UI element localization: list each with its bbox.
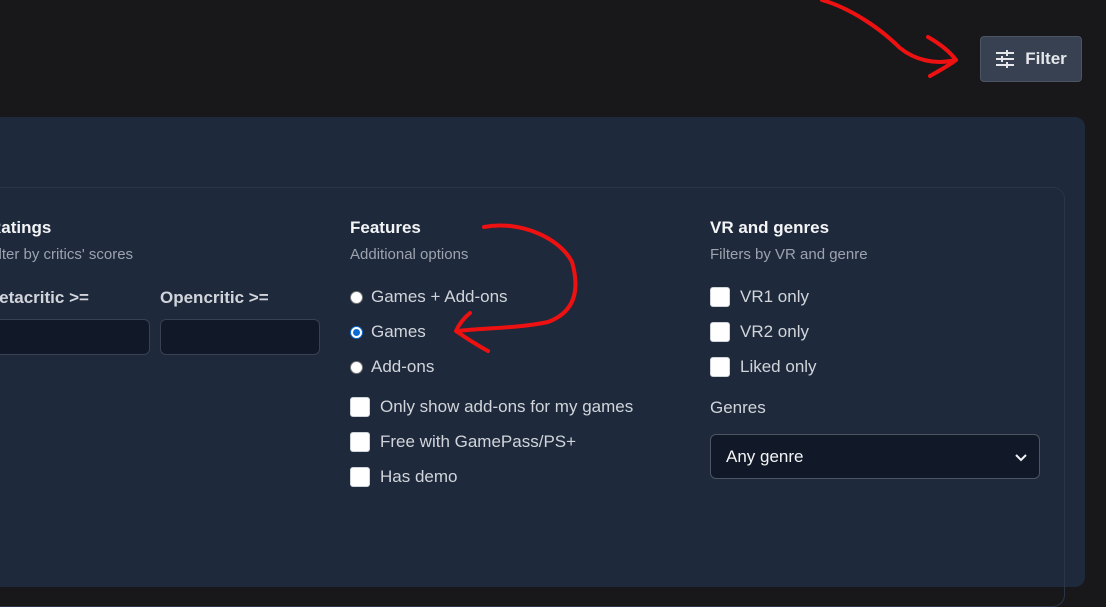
- checkbox-label: Liked only: [740, 357, 817, 376]
- opencritic-input[interactable]: [160, 319, 320, 355]
- checkbox[interactable]: [350, 432, 370, 452]
- checkbox-label: Only show add-ons for my games: [380, 397, 634, 416]
- checkbox[interactable]: [710, 287, 730, 307]
- checkbox[interactable]: [710, 322, 730, 342]
- ratings-title: Ratings: [0, 218, 52, 237]
- opencritic-label: Opencritic >=: [160, 288, 269, 307]
- filter-button-label: Filter: [1025, 49, 1067, 68]
- radio-games-addons[interactable]: Games + Add-ons: [350, 287, 508, 307]
- sliders-icon: [995, 50, 1015, 68]
- vr-genres-subtitle: Filters by VR and genre: [710, 246, 868, 263]
- checkbox[interactable]: [710, 357, 730, 377]
- radio-label: Add-ons: [371, 357, 435, 376]
- genre-select-value: Any genre: [726, 446, 804, 466]
- checkbox[interactable]: [350, 467, 370, 487]
- checkbox-label: VR2 only: [740, 322, 809, 341]
- checkbox-addons-my-games[interactable]: Only show add-ons for my games: [350, 397, 633, 417]
- radio-addons[interactable]: Add-ons: [350, 357, 434, 377]
- chevron-down-icon: [1015, 447, 1027, 467]
- checkbox-liked-only[interactable]: Liked only: [710, 357, 817, 377]
- checkbox-has-demo[interactable]: Has demo: [350, 467, 457, 487]
- metacritic-input[interactable]: [0, 319, 150, 355]
- checkbox-label: Free with GamePass/PS+: [380, 432, 577, 451]
- checkbox-label: Has demo: [380, 467, 458, 486]
- checkbox-vr2-only[interactable]: VR2 only: [710, 322, 809, 342]
- vr-genres-title: VR and genres: [710, 218, 830, 237]
- genres-label: Genres: [710, 398, 766, 417]
- features-subtitle: Additional options: [350, 246, 469, 263]
- ratings-subtitle: Filter by critics' scores: [0, 246, 134, 263]
- checkbox-label: VR1 only: [740, 287, 809, 306]
- checkbox[interactable]: [350, 397, 370, 417]
- radio-label: Games: [371, 322, 426, 341]
- radio-label: Games + Add-ons: [371, 287, 508, 306]
- genre-select[interactable]: Any genre: [710, 434, 1040, 479]
- metacritic-label: Metacritic >=: [0, 288, 89, 307]
- features-title: Features: [350, 218, 421, 237]
- annotation-arrow-to-filter: [820, 0, 957, 64]
- radio-button-selected[interactable]: [350, 325, 363, 339]
- radio-button[interactable]: [350, 290, 363, 304]
- filter-button[interactable]: Filter: [980, 36, 1082, 82]
- annotation-arrowhead-filter: [926, 35, 958, 78]
- checkbox-vr1-only[interactable]: VR1 only: [710, 287, 809, 307]
- checkbox-free-gamepass[interactable]: Free with GamePass/PS+: [350, 432, 576, 452]
- radio-button[interactable]: [350, 360, 363, 374]
- radio-games[interactable]: Games: [350, 322, 426, 342]
